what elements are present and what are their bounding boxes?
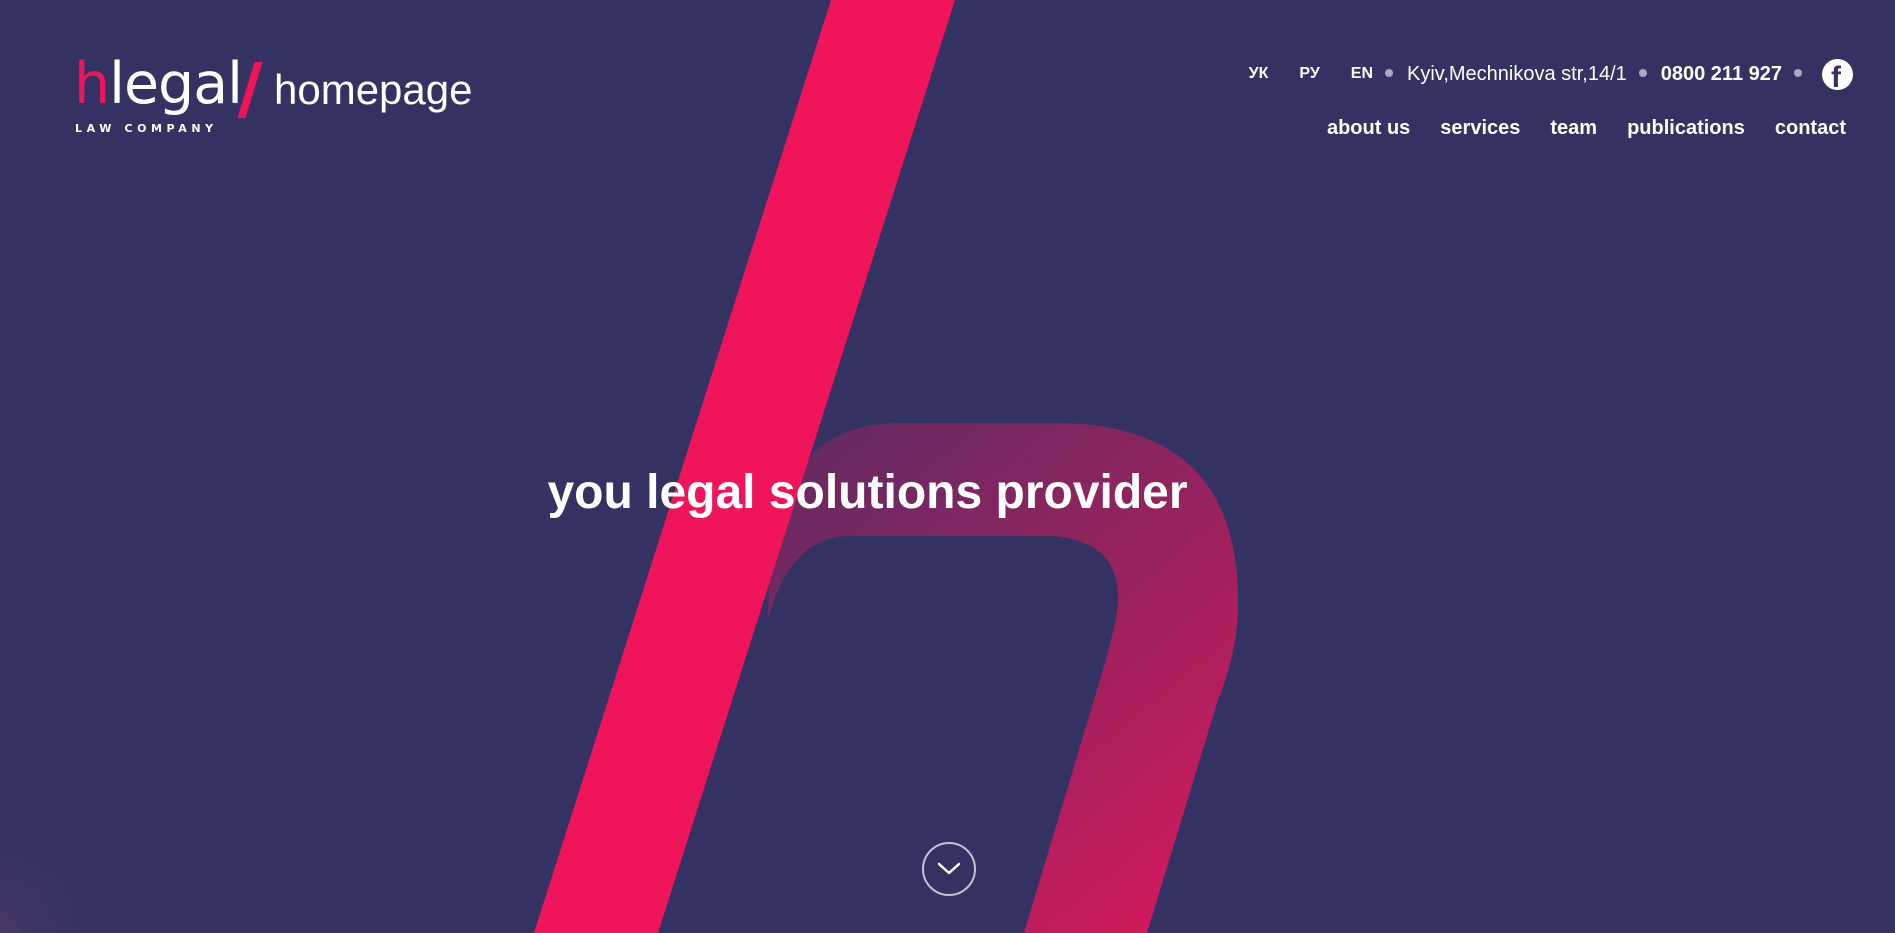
facebook-icon[interactable]: f bbox=[1822, 58, 1853, 90]
logo-link[interactable]: hlegal LAW COMPANY homepage bbox=[74, 56, 494, 140]
chevron-down-icon bbox=[937, 862, 961, 875]
separator-dot bbox=[1638, 69, 1647, 77]
logo-letter-h: h bbox=[74, 51, 110, 117]
lang-uk-link[interactable]: УК bbox=[1249, 65, 1269, 83]
logo-tagline: LAW COMPANY bbox=[75, 122, 218, 135]
nav-item-contact[interactable]: contact bbox=[1775, 114, 1846, 142]
lang-ru-link[interactable]: РУ bbox=[1299, 65, 1319, 83]
page-label: homepage bbox=[274, 66, 473, 113]
address-text: Kyiv,Mechnikova str,14/1 bbox=[1407, 62, 1627, 85]
lang-en-link[interactable]: EN bbox=[1351, 65, 1373, 83]
page: hlegal LAW COMPANY homepage УК РУ EN Kyi… bbox=[0, 0, 1895, 933]
top-bar: УК РУ EN Kyiv,Mechnikova str,14/1 0800 2… bbox=[1249, 57, 1853, 91]
logo-letters: legal bbox=[109, 51, 243, 117]
hero-heading: you legal solutions provider bbox=[547, 466, 1188, 519]
main-nav: about us services team publications cont… bbox=[1327, 114, 1846, 142]
nav-item-services[interactable]: services bbox=[1440, 114, 1520, 142]
nav-item-publications[interactable]: publications bbox=[1627, 114, 1745, 142]
nav-item-team[interactable]: team bbox=[1550, 114, 1597, 142]
logo-wordmark: hlegal bbox=[74, 56, 243, 113]
nav-item-about-us[interactable]: about us bbox=[1327, 114, 1410, 142]
scroll-down-button[interactable] bbox=[922, 842, 976, 896]
separator-dot bbox=[1794, 69, 1802, 77]
phone-link[interactable]: 0800 211 927 bbox=[1661, 63, 1782, 86]
separator-dot bbox=[1385, 69, 1394, 77]
